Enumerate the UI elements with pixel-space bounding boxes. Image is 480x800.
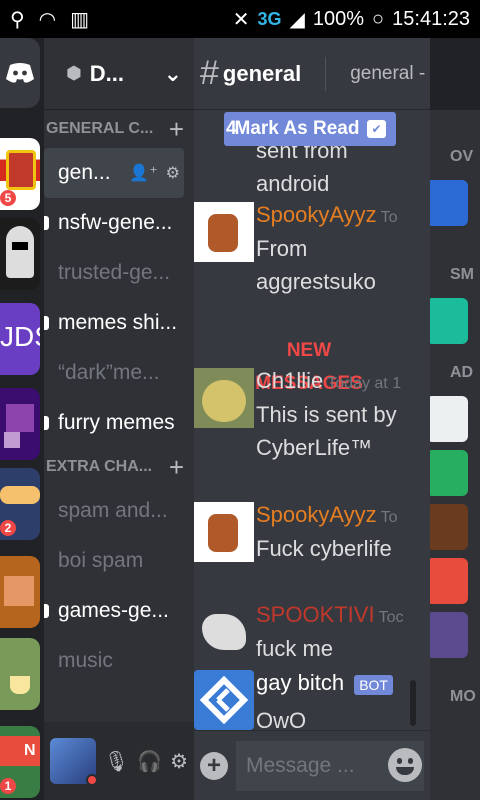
bot-logo-icon	[199, 675, 249, 725]
guild-icon[interactable]	[0, 556, 40, 628]
battery-ring-icon: ○	[372, 7, 385, 30]
vibrate-mute-icon: ✕	[232, 8, 250, 31]
guild-icon[interactable]	[0, 638, 40, 710]
gear-icon[interactable]: ⚙	[170, 749, 188, 774]
emoji-button[interactable]	[388, 748, 422, 782]
status-bar: ⚲ ◠ ▥ ✕ 3G ◢ 100% ○ 15:41:23	[0, 0, 480, 38]
channel-item[interactable]: games-ge...	[44, 586, 194, 636]
message-time: To	[380, 209, 398, 226]
network-type: 3G	[257, 8, 282, 29]
mute-mic-icon[interactable]: 🎙	[104, 749, 129, 774]
channel-sidebar: ⬢ D... ⌄ GENERAL C... + gen... 👤⁺ ⚙ nsfw…	[44, 38, 194, 800]
add-channel-icon[interactable]: +	[169, 452, 184, 483]
message-author: SpookyAyyz	[256, 502, 377, 527]
invite-user-icon[interactable]: 👤⁺	[129, 163, 157, 183]
member-avatar[interactable]	[430, 612, 468, 658]
channel-header: # general general - SF...	[194, 38, 430, 110]
scrollbar[interactable]	[410, 680, 416, 726]
message-author: SpookyAyyz	[256, 202, 377, 227]
guild-icon[interactable]	[0, 388, 40, 460]
channel-item-general[interactable]: gen... 👤⁺ ⚙	[44, 148, 184, 198]
guild-icon[interactable]: N 1	[0, 726, 40, 798]
attach-plus-icon[interactable]: +	[200, 751, 228, 780]
member-avatar[interactable]	[430, 298, 468, 344]
server-header[interactable]: ⬢ D... ⌄	[44, 38, 194, 110]
discord-home-button[interactable]	[0, 38, 40, 108]
member-category: OV	[450, 148, 474, 165]
member-avatar[interactable]	[430, 504, 468, 550]
message-author: Ch1llie	[256, 368, 324, 393]
member-category: SM	[450, 266, 474, 283]
signal-icon: ◢	[289, 8, 305, 31]
user-panel: 🎙 🎧 ⚙	[44, 722, 194, 800]
add-channel-icon[interactable]: +	[169, 114, 184, 145]
channel-item[interactable]: spam and...	[44, 486, 194, 536]
gear-icon[interactable]: ⚙	[166, 163, 180, 183]
deafen-icon[interactable]: 🎧	[137, 749, 162, 774]
avatar[interactable]	[194, 368, 254, 428]
avatar[interactable]	[194, 202, 254, 262]
unread-badge: 5	[0, 190, 16, 206]
chat-check-icon: ✔	[367, 120, 386, 138]
channel-item[interactable]: memes shi...	[44, 298, 194, 348]
guild-icon[interactable]	[0, 218, 40, 290]
channel-title: general	[222, 60, 302, 86]
avatar[interactable]	[50, 738, 98, 786]
message-time: Toc	[378, 609, 404, 626]
bot-tag: BOT	[354, 675, 393, 695]
usb-icon: ⚲	[10, 8, 25, 31]
guild-icon[interactable]: JDS	[0, 303, 40, 375]
chevron-down-icon: ⌄	[163, 60, 182, 86]
channel-item[interactable]: furry memes	[44, 398, 194, 448]
member-avatar[interactable]	[430, 396, 468, 442]
member-category: AD	[450, 364, 474, 381]
member-avatar[interactable]	[430, 180, 468, 226]
member-category: MO	[450, 688, 476, 705]
unread-badge: 2	[0, 520, 16, 536]
guild-list: 5 JDS 2 N 1	[0, 38, 42, 800]
mark-as-read-button[interactable]: 4 Mark As Read ✔	[224, 112, 396, 146]
category-extra[interactable]: EXTRA CHA... +	[44, 448, 194, 486]
status-dot	[85, 774, 98, 786]
channel-item[interactable]: boi spam	[44, 536, 194, 586]
server-name: D...	[89, 60, 124, 86]
hash-icon: #	[200, 54, 219, 92]
avatar[interactable]	[194, 502, 254, 562]
discord-app: ⚲ ◠ ▥ ✕ 3G ◢ 100% ○ 15:41:23 5 JD 2 N 1 …	[0, 0, 480, 800]
avatar[interactable]	[194, 670, 254, 730]
message-time: To	[380, 509, 398, 526]
avatar[interactable]	[194, 602, 254, 662]
chat-area: sent from android SpookyAyyz To From aggr…	[194, 38, 430, 800]
member-avatar[interactable]	[430, 450, 468, 496]
clock: 15:41:23	[392, 7, 470, 30]
channel-item[interactable]: trusted-ge...	[44, 248, 194, 298]
guild-icon[interactable]: 2	[0, 468, 40, 540]
sd-card-icon: ▥	[70, 8, 90, 31]
channel-item[interactable]: nsfw-gene...	[44, 198, 194, 248]
channel-item[interactable]: music	[44, 636, 194, 686]
server-badge-icon: ⬢	[66, 63, 82, 83]
category-general[interactable]: GENERAL C... +	[44, 110, 194, 148]
message-author: SPOOKTIVI	[256, 602, 375, 627]
unread-badge: 1	[0, 778, 16, 794]
discord-logo-icon	[6, 63, 34, 83]
channel-item[interactable]: “dark”me...	[44, 348, 194, 398]
member-list: OV SM AD MO	[430, 110, 480, 800]
message-author: gay bitch	[256, 670, 345, 695]
battery-level: 100%	[312, 7, 365, 30]
wifi-icon: ◠	[38, 8, 57, 31]
message-time: Today at 1	[327, 375, 402, 392]
channel-topic[interactable]: general - SF...	[350, 63, 430, 85]
guild-icon[interactable]: 5	[0, 138, 40, 210]
member-avatar[interactable]	[430, 558, 468, 604]
